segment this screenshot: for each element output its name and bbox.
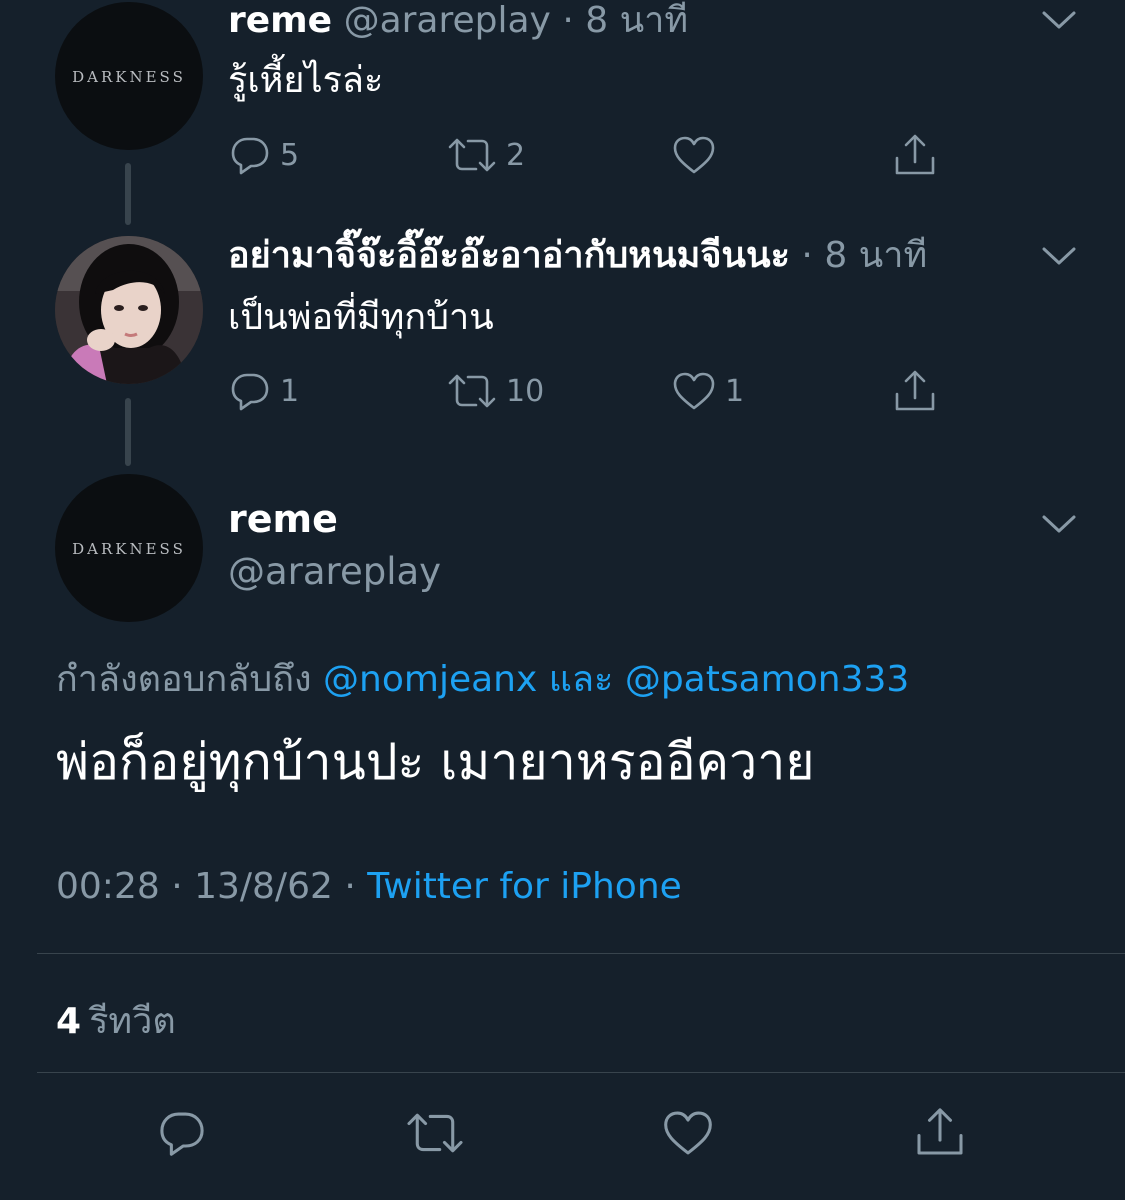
reply-icon — [160, 1112, 204, 1156]
avatar-text: DARKNESS — [72, 68, 186, 86]
reply-icon — [231, 137, 269, 175]
avatar-text: DARKNESS — [72, 540, 186, 558]
avatar[interactable] — [55, 236, 203, 384]
retweet-icon — [448, 374, 496, 408]
separator: · — [789, 235, 825, 276]
retweet-stats[interactable]: 4 รีทวีต — [56, 992, 176, 1049]
retweet-button[interactable]: 2 — [446, 130, 525, 180]
tweet-meta: 00:28 · 13/8/62 · Twitter for iPhone — [56, 866, 682, 907]
timestamp[interactable]: 8 นาที — [585, 0, 688, 41]
reply-button[interactable] — [156, 1105, 208, 1161]
source-link[interactable]: Twitter for iPhone — [367, 866, 682, 907]
like-icon — [664, 1111, 712, 1155]
reply-count: 1 — [280, 373, 300, 409]
mention-link[interactable]: @nomjeanx — [323, 659, 537, 700]
share-icon — [895, 134, 935, 175]
separator: · — [332, 866, 368, 907]
retweet-button[interactable] — [404, 1105, 466, 1161]
reply-button[interactable]: 5 — [228, 130, 299, 180]
like-count: 1 — [725, 373, 745, 409]
share-icon — [895, 370, 935, 411]
share-button[interactable] — [891, 366, 939, 416]
separator: · — [159, 866, 195, 907]
mention-link[interactable]: @patsamon333 — [625, 659, 909, 700]
mention-and[interactable]: และ — [549, 659, 614, 700]
tweet-text: พ่อก็อยู่ทุกบ้านปะ เมายาหรออีควาย — [56, 733, 815, 791]
reply-icon — [231, 373, 269, 411]
replying-to: กำลังตอบกลับถึง @nomjeanx และ @patsamon3… — [56, 650, 909, 707]
like-icon — [673, 372, 715, 410]
display-name[interactable]: reme — [228, 497, 338, 541]
chevron-down-icon[interactable] — [1041, 8, 1077, 32]
tweet-text: รู้เหี้ยไรล่ะ — [228, 60, 384, 101]
divider — [37, 1072, 1125, 1073]
like-icon — [673, 136, 715, 174]
retweet-total: 4 — [56, 1001, 82, 1042]
reply-count: 5 — [280, 137, 300, 173]
display-name[interactable]: reme — [228, 0, 332, 41]
chevron-down-icon[interactable] — [1041, 244, 1077, 268]
separator: · — [550, 0, 586, 41]
divider — [37, 953, 1125, 954]
tweet-date: 13/8/62 — [194, 866, 333, 907]
tweet-header: reme @arareplay · 8 นาที — [228, 0, 688, 42]
replying-to-label: กำลังตอบกลับถึง — [56, 659, 312, 700]
like-button[interactable]: 1 — [671, 366, 744, 416]
share-button[interactable] — [912, 1103, 968, 1161]
tweet-time: 00:28 — [56, 866, 160, 907]
share-icon — [917, 1108, 963, 1155]
thread-line — [125, 398, 131, 466]
tweet-header: อย่ามาจิ๊จ๊ะอิ๊อ๊ะอ๊ะอาอ่ากับหนมจีนนะ · … — [228, 235, 927, 277]
avatar-photo-icon — [55, 236, 203, 384]
reply-button[interactable]: 1 — [228, 366, 299, 416]
timestamp[interactable]: 8 นาที — [824, 235, 927, 276]
thread-line — [125, 163, 131, 225]
tweet-text: เป็นพ่อที่มีทุกบ้าน — [228, 297, 494, 338]
retweet-button[interactable]: 10 — [446, 366, 544, 416]
share-button[interactable] — [891, 130, 939, 180]
handle[interactable]: @arareplay — [344, 0, 551, 41]
retweet-icon — [448, 138, 496, 172]
chevron-down-icon[interactable] — [1041, 512, 1077, 536]
handle[interactable]: @arareplay — [228, 550, 441, 593]
like-button[interactable] — [671, 130, 725, 180]
avatar[interactable]: DARKNESS — [55, 2, 203, 150]
like-button[interactable] — [661, 1105, 715, 1161]
avatar[interactable]: DARKNESS — [55, 474, 203, 622]
retweet-stats-label: รีทวีต — [89, 1001, 176, 1042]
retweet-count: 10 — [506, 373, 545, 409]
retweet-count: 2 — [506, 137, 526, 173]
display-name[interactable]: อย่ามาจิ๊จ๊ะอิ๊อ๊ะอ๊ะอาอ่ากับหนมจีนนะ — [228, 235, 790, 276]
retweet-icon — [407, 1113, 463, 1153]
